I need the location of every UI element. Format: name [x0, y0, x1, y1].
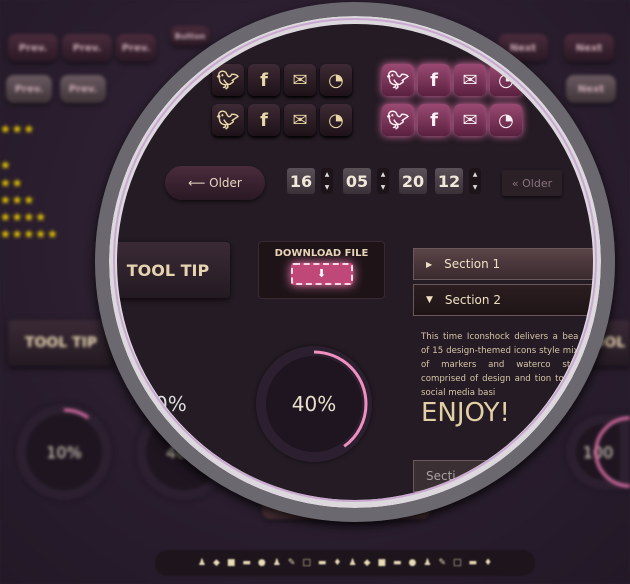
next-button[interactable]: Next — [566, 75, 616, 103]
accordion-section-2[interactable]: ▼ Section 2 — [413, 284, 603, 316]
rss-icon[interactable]: ◔ — [490, 64, 522, 96]
caret-down-icon: ▼ — [426, 295, 433, 305]
rss-icon[interactable]: ◔ — [490, 104, 522, 136]
twitter-icon[interactable]: 🐦︎ — [212, 64, 244, 96]
enjoy-heading: ENJOY! — [421, 398, 510, 428]
progress-label-partial: 0% — [155, 392, 187, 416]
counter-stepper[interactable]: ▲ ▼ — [321, 168, 333, 194]
prev-button[interactable]: Prev. — [62, 34, 112, 62]
mail-icon[interactable]: ✉ — [454, 64, 486, 96]
mail-icon[interactable]: ✉ — [284, 64, 316, 96]
accordion-section-1[interactable]: ▶ Section 1 — [413, 248, 603, 280]
star-rating[interactable]: ★★★★ — [0, 210, 47, 224]
counter-value: 16 — [287, 168, 315, 194]
facebook-icon[interactable]: f — [248, 104, 280, 136]
download-label: DOWNLOAD FILE — [274, 248, 369, 259]
accordion-section-3[interactable]: Secti — [413, 460, 533, 492]
section-content: This time Iconshock delivers a bea set o… — [421, 332, 596, 398]
counter-value: 05 — [343, 168, 371, 194]
prev-button[interactable]: Prev. — [8, 34, 58, 62]
star-rating[interactable]: ★★★ — [0, 193, 35, 207]
older-button[interactable]: ⟵ Older — [165, 166, 265, 200]
star-rating[interactable]: ★★ — [0, 176, 24, 190]
facebook-icon[interactable]: f — [418, 104, 450, 136]
star-rating[interactable]: ★★★★★ — [0, 227, 59, 241]
twitter-icon[interactable]: 🐦︎ — [382, 104, 414, 136]
star-rating[interactable]: ★ — [0, 158, 12, 172]
download-file-button[interactable]: DOWNLOAD FILE ⬇ — [259, 242, 384, 298]
counter-stepper[interactable]: ▲ ▼ — [377, 168, 389, 194]
twitter-icon[interactable]: 🐦︎ — [382, 64, 414, 96]
counter-stepper[interactable]: ▲ ▼ — [469, 168, 481, 194]
icon-bar: ♟ ◆ ■ ▬ ● ♟ ✎ □ ▬ ♦ ♟ ◆ ■ ▬ ● ♟ ✎ □ ▬ ♦ — [155, 550, 535, 576]
next-button[interactable]: Next — [498, 34, 548, 62]
prev-button[interactable]: Prev. — [6, 75, 52, 103]
progress-ring: 40% — [256, 346, 372, 462]
facebook-icon[interactable]: f — [248, 64, 280, 96]
tooltip: TOOL TIP — [107, 242, 230, 298]
prev-button[interactable]: Prev. — [60, 75, 106, 103]
star-rating[interactable]: ★★★ — [0, 122, 35, 136]
rss-icon[interactable]: ◔ — [320, 64, 352, 96]
older-button-faded[interactable]: « Older — [502, 170, 562, 196]
next-button[interactable]: Next — [564, 34, 614, 62]
counter-value: 12 — [435, 168, 463, 194]
progress-ring: 100 — [566, 414, 630, 490]
tooltip: TOOL TIP — [8, 320, 114, 366]
counter-value: 20 — [399, 168, 427, 194]
download-icon: ⬇ — [290, 263, 353, 285]
mail-icon[interactable]: ✉ — [284, 104, 316, 136]
caret-right-icon: ▶ — [426, 259, 433, 269]
rss-icon[interactable]: ◔ — [320, 104, 352, 136]
mail-icon[interactable]: ✉ — [454, 104, 486, 136]
twitter-icon[interactable]: 🐦︎ — [212, 104, 244, 136]
magnifier-lens: 🐦︎ f ✉ ◔ 🐦︎ f ✉ ◔ 🐦︎ f ✉ ◔ 🐦︎ f ✉ ◔ ⟵ Ol… — [107, 12, 603, 508]
facebook-icon[interactable]: f — [418, 64, 450, 96]
progress-ring: 10% — [16, 404, 112, 500]
